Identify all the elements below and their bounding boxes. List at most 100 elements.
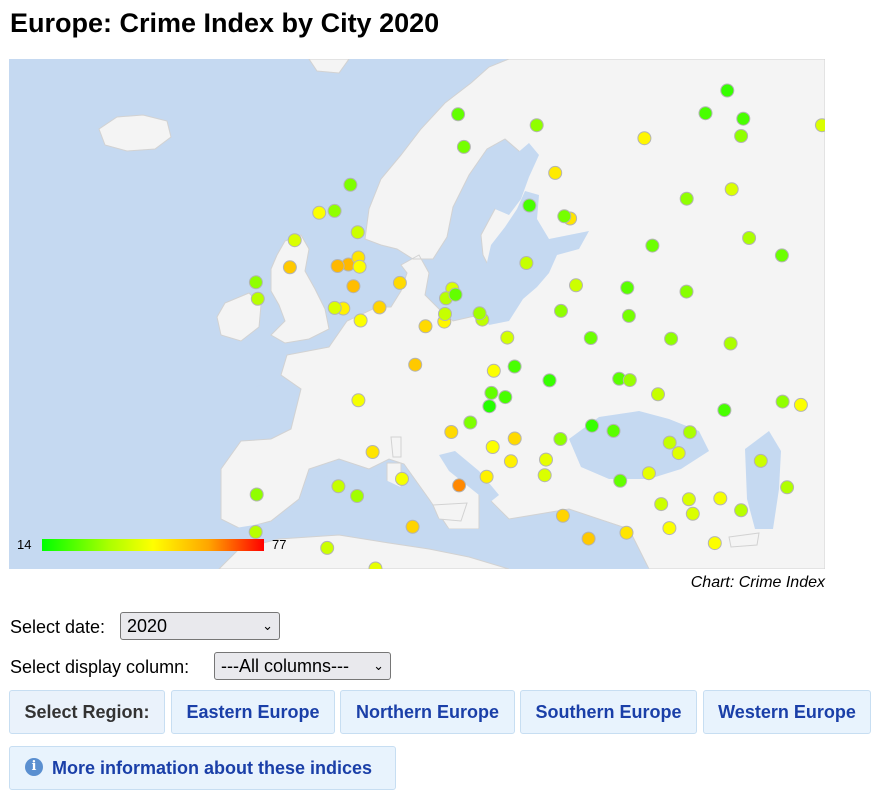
city-marker[interactable] (353, 313, 368, 328)
city-marker[interactable] (346, 279, 361, 294)
city-marker[interactable] (583, 331, 598, 345)
city-marker[interactable] (780, 480, 795, 495)
city-marker[interactable] (456, 139, 471, 154)
city-marker[interactable] (485, 440, 500, 454)
city-marker[interactable] (682, 425, 697, 440)
city-marker[interactable] (734, 503, 749, 518)
city-marker[interactable] (395, 471, 409, 486)
city-marker[interactable] (479, 469, 494, 484)
city-marker[interactable] (408, 357, 423, 372)
city-marker[interactable] (486, 363, 501, 378)
city-marker[interactable] (331, 479, 346, 494)
city-marker[interactable] (392, 275, 407, 290)
city-marker[interactable] (553, 432, 568, 446)
city-marker[interactable] (557, 209, 572, 224)
city-marker[interactable] (352, 259, 367, 274)
city-marker[interactable] (664, 331, 679, 346)
city-marker[interactable] (484, 385, 499, 400)
city-marker[interactable] (522, 198, 537, 213)
city-marker[interactable] (548, 165, 563, 180)
region-eastern-europe-button[interactable]: Eastern Europe (171, 690, 335, 734)
city-marker[interactable] (774, 248, 789, 263)
city-marker[interactable] (249, 487, 264, 502)
more-info-button[interactable]: i More information about these indices (9, 746, 396, 790)
city-marker[interactable] (681, 492, 696, 507)
city-marker[interactable] (327, 203, 342, 218)
city-marker[interactable] (662, 435, 677, 450)
city-marker[interactable] (503, 454, 518, 469)
city-marker[interactable] (679, 284, 694, 299)
city-marker[interactable] (472, 306, 487, 321)
region-western-europe-button[interactable]: Western Europe (703, 690, 871, 734)
city-marker[interactable] (350, 225, 365, 240)
city-marker[interactable] (685, 506, 700, 521)
city-marker[interactable] (734, 129, 749, 143)
city-marker[interactable] (248, 275, 263, 290)
city-marker[interactable] (621, 308, 636, 323)
region-southern-europe-button[interactable]: Southern Europe (520, 690, 697, 734)
city-marker[interactable] (350, 489, 365, 503)
city-marker[interactable] (507, 359, 522, 374)
city-marker[interactable] (620, 280, 635, 295)
city-marker[interactable] (451, 107, 466, 122)
city-marker[interactable] (555, 508, 570, 523)
city-marker[interactable] (606, 423, 621, 438)
city-marker[interactable] (723, 336, 738, 351)
city-marker[interactable] (724, 182, 739, 197)
city-marker[interactable] (613, 473, 628, 488)
city-marker[interactable] (622, 373, 637, 388)
city-marker[interactable] (287, 233, 302, 248)
city-marker[interactable] (698, 106, 713, 121)
city-marker[interactable] (542, 373, 557, 388)
city-marker[interactable] (351, 393, 366, 408)
city-marker[interactable] (250, 291, 265, 306)
city-marker[interactable] (554, 303, 568, 318)
city-marker[interactable] (539, 452, 553, 467)
city-marker[interactable] (736, 111, 751, 126)
city-marker[interactable] (637, 131, 652, 146)
city-marker[interactable] (775, 394, 790, 409)
city-marker[interactable] (654, 497, 669, 512)
city-marker[interactable] (581, 531, 596, 546)
city-marker[interactable] (641, 466, 656, 481)
date-select[interactable]: 2020 ⌄ (120, 612, 280, 640)
region-northern-europe-button[interactable]: Northern Europe (340, 690, 515, 734)
city-marker[interactable] (320, 540, 335, 555)
city-marker[interactable] (569, 278, 583, 293)
city-marker[interactable] (444, 425, 459, 439)
city-marker[interactable] (707, 536, 722, 551)
city-marker[interactable] (343, 177, 358, 192)
city-marker[interactable] (282, 260, 297, 275)
column-select[interactable]: ---All columns--- ⌄ (214, 652, 391, 680)
city-marker[interactable] (452, 478, 467, 493)
city-marker[interactable] (814, 118, 825, 133)
city-marker[interactable] (585, 418, 599, 433)
city-marker[interactable] (753, 453, 768, 468)
city-marker[interactable] (330, 259, 345, 273)
city-marker[interactable] (418, 319, 433, 334)
city-marker[interactable] (438, 307, 452, 321)
city-marker[interactable] (651, 387, 665, 402)
city-marker[interactable] (463, 415, 478, 430)
city-marker[interactable] (662, 521, 677, 536)
europe-map[interactable]: 14 77 (9, 59, 825, 569)
city-marker[interactable] (713, 491, 728, 506)
city-marker[interactable] (372, 300, 387, 315)
city-marker[interactable] (671, 446, 686, 461)
city-marker[interactable] (529, 118, 544, 133)
city-marker[interactable] (507, 431, 522, 446)
city-marker[interactable] (537, 468, 552, 483)
city-marker[interactable] (500, 330, 515, 345)
city-marker[interactable] (645, 238, 660, 253)
city-marker[interactable] (519, 256, 534, 270)
city-marker[interactable] (405, 519, 420, 534)
city-marker[interactable] (720, 83, 735, 98)
city-marker[interactable] (498, 390, 513, 405)
city-marker[interactable] (365, 445, 380, 459)
city-marker[interactable] (482, 399, 497, 414)
city-marker[interactable] (793, 397, 808, 412)
city-marker[interactable] (248, 525, 263, 539)
city-marker[interactable] (327, 300, 342, 315)
city-marker[interactable] (619, 525, 634, 540)
city-marker[interactable] (717, 403, 732, 418)
